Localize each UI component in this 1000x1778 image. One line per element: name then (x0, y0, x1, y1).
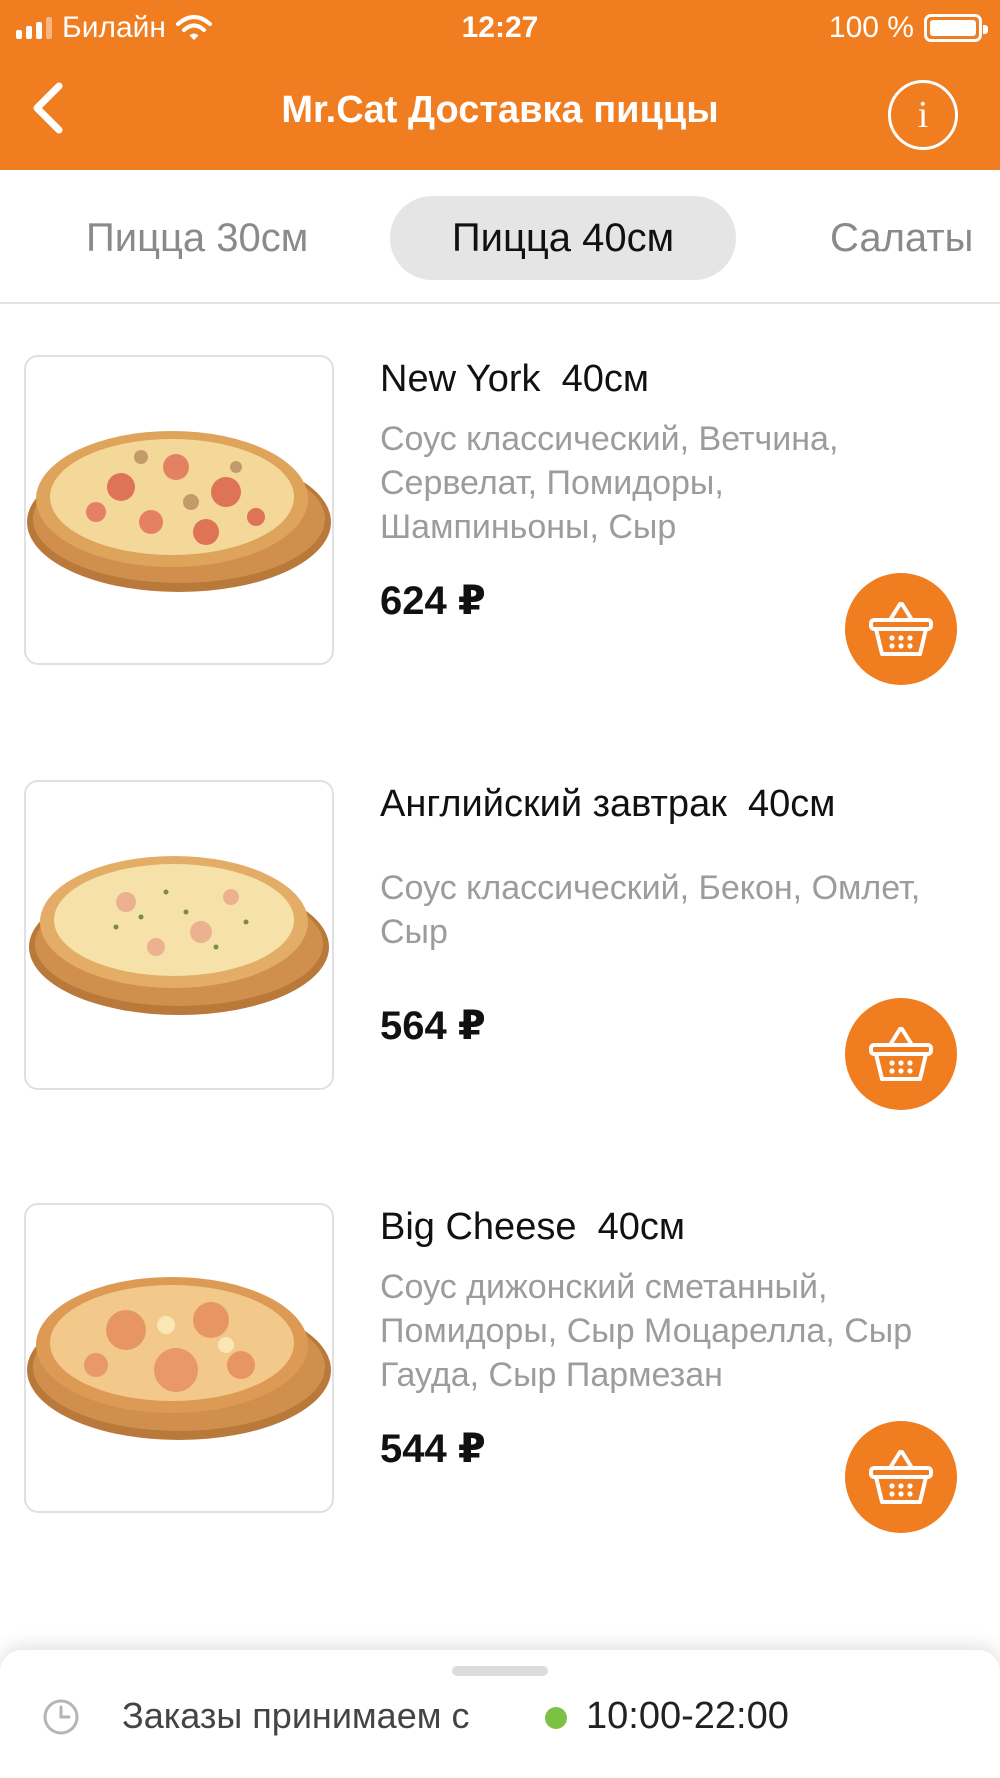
order-hours-label: Заказы принимаем с (122, 1695, 470, 1736)
product-description: Соус дижонский сметанный, Помидоры, Сыр … (380, 1268, 913, 1394)
product-price: 624 ₽ (380, 579, 486, 623)
basket-icon (869, 602, 933, 656)
battery-info: 100 % (828, 8, 988, 48)
basket-icon (869, 1450, 933, 1504)
product-image (24, 780, 334, 1090)
clock-icon (43, 1699, 79, 1735)
product-card[interactable]: Английский завтрак 40см Соус классически… (0, 780, 1000, 1120)
product-name: Big Cheese 40см (380, 1206, 685, 1248)
product-description: Соус классический, Бекон, Омлет, Сыр (380, 869, 921, 951)
add-to-cart-button[interactable] (845, 998, 957, 1110)
nav-bar: Mr.Cat Доставка пиццы i (0, 56, 1000, 170)
product-image (24, 1203, 334, 1513)
status-bar: Билайн 12:27 100 % (0, 0, 1000, 56)
bottom-sheet[interactable]: Заказы принимаем с 10:00-22:00 (0, 1650, 1000, 1778)
header: Билайн 12:27 100 % Mr.Cat Доставка пиццы… (0, 0, 1000, 170)
battery-percent: 100 % (828, 11, 914, 44)
tab-pizza-30[interactable]: Пицца 30см (86, 196, 308, 280)
tab-pizza-40[interactable]: Пицца 40см (390, 196, 736, 280)
order-hours-value: 10:00-22:00 (586, 1695, 789, 1737)
open-status-dot (545, 1707, 567, 1729)
basket-icon (869, 1027, 933, 1081)
tab-salads[interactable]: Салаты (830, 196, 973, 280)
info-button[interactable]: i (888, 80, 958, 150)
product-image (24, 355, 334, 665)
product-description: Соус классический, Ветчина, Сервелат, По… (380, 420, 839, 546)
category-tabs: Пицца 30см Пицца 40см Салаты (0, 170, 1000, 304)
chevron-left-icon (33, 82, 63, 134)
product-card[interactable]: Big Cheese 40см Соус дижонский сметанный… (0, 1203, 1000, 1543)
add-to-cart-button[interactable] (845, 1421, 957, 1533)
app-screen: Билайн 12:27 100 % Mr.Cat Доставка пиццы… (0, 0, 1000, 1778)
page-title: Mr.Cat Доставка пиццы (281, 89, 719, 131)
sheet-grabber[interactable] (452, 1666, 548, 1676)
product-price: 564 ₽ (380, 1004, 486, 1048)
info-icon: i (917, 94, 929, 136)
add-to-cart-button[interactable] (845, 573, 957, 685)
battery-icon (924, 14, 988, 42)
back-button[interactable] (18, 78, 78, 138)
product-name: Английский завтрак 40см (380, 783, 836, 825)
product-card[interactable]: New York 40см Соус классический, Ветчина… (0, 355, 1000, 695)
product-name: New York 40см (380, 358, 650, 400)
product-price: 544 ₽ (380, 1427, 486, 1471)
